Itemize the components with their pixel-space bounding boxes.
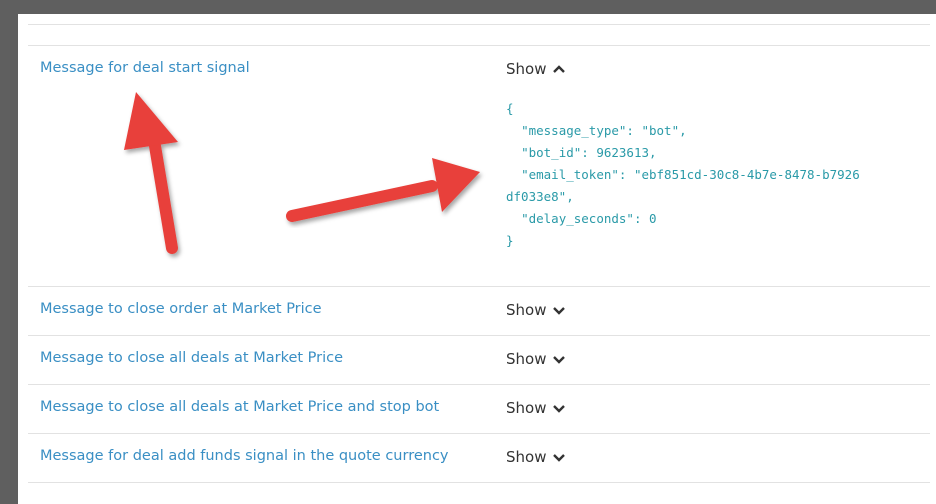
row-label-close-all-deals[interactable]: Message to close all deals at Market Pri…	[40, 350, 343, 366]
show-toggle-button[interactable]: Show	[506, 60, 566, 78]
table-row: Message to close all deals at Market Pri…	[28, 335, 930, 384]
table-row: Message for deal add funds signal in the…	[28, 433, 930, 482]
show-toggle-button[interactable]: Show	[506, 350, 566, 368]
chevron-down-icon	[553, 454, 566, 462]
show-toggle-label: Show	[506, 301, 547, 319]
code-line: "message_type": "bot",	[506, 123, 687, 138]
table-spacer-row	[28, 24, 930, 45]
chevron-down-icon	[553, 405, 566, 413]
show-toggle-label: Show	[506, 60, 547, 78]
row-label-close-all-stop-bot[interactable]: Message to close all deals at Market Pri…	[40, 399, 439, 415]
message-table: Message for deal start signal Show { "me…	[28, 24, 930, 504]
show-toggle-button[interactable]: Show	[506, 399, 566, 417]
show-toggle-label: Show	[506, 399, 547, 417]
show-toggle-label: Show	[506, 350, 547, 368]
top-border	[8, 8, 936, 14]
show-toggle-button[interactable]: Show	[506, 448, 566, 466]
table-row: Message to close order at Market Price S…	[28, 286, 930, 335]
chevron-down-icon	[553, 307, 566, 315]
code-line: {	[506, 101, 514, 116]
table-row: Message to close all deals at Market Pri…	[28, 384, 930, 433]
json-code-block: { "message_type": "bot", "bot_id": 96236…	[506, 98, 926, 252]
code-line: df033e8",	[506, 189, 574, 204]
table-row: Message for deal start signal Show { "me…	[28, 45, 930, 286]
row-label-close-order[interactable]: Message to close order at Market Price	[40, 301, 322, 317]
code-line: "delay_seconds": 0	[506, 211, 657, 226]
row-label-add-funds[interactable]: Message for deal add funds signal in the…	[40, 448, 449, 464]
chevron-up-icon	[553, 65, 566, 73]
show-toggle-label: Show	[506, 448, 547, 466]
content-frame: Message for deal start signal Show { "me…	[8, 8, 936, 504]
row-label-deal-start[interactable]: Message for deal start signal	[40, 60, 250, 76]
left-border	[8, 8, 18, 504]
table-row-partial	[28, 482, 930, 504]
code-line: }	[506, 233, 514, 248]
show-toggle-button[interactable]: Show	[506, 301, 566, 319]
code-line: "bot_id": 9623613,	[506, 145, 657, 160]
chevron-down-icon	[553, 356, 566, 364]
code-line: "email_token": "ebf851cd-30c8-4b7e-8478-…	[506, 167, 860, 182]
